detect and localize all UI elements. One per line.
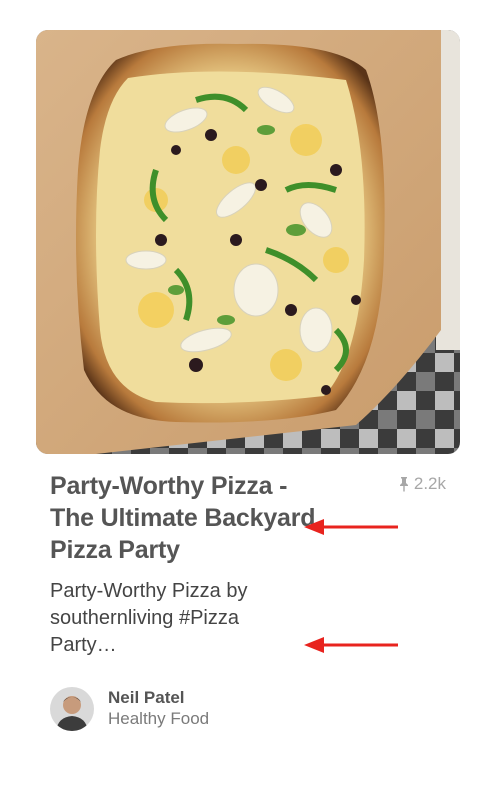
pushpin-icon bbox=[399, 477, 408, 492]
save-count-value: 2.2k bbox=[413, 474, 446, 493]
author-name[interactable]: Neil Patel bbox=[108, 688, 209, 708]
annotation-arrow-description bbox=[304, 637, 398, 653]
pin-description: Party-Worthy Pizza by southernliving #Pi… bbox=[50, 580, 248, 656]
annotation-arrow-title bbox=[304, 519, 398, 535]
avatar-photo bbox=[50, 687, 94, 731]
board-name[interactable]: Healthy Food bbox=[108, 708, 209, 730]
avatar[interactable] bbox=[50, 687, 94, 731]
pin-title[interactable]: Party-Worthy Pizza - The Ultimate Backya… bbox=[50, 470, 318, 566]
attribution[interactable]: Neil Patel Healthy Food bbox=[50, 687, 460, 731]
attribution-text: Neil Patel Healthy Food bbox=[108, 688, 209, 730]
save-count[interactable]: 2.2k bbox=[398, 474, 446, 494]
pin-card[interactable]: Party-Worthy Pizza - The Ultimate Backya… bbox=[36, 30, 460, 731]
pizza-photo bbox=[36, 30, 460, 454]
pin-image[interactable] bbox=[36, 30, 460, 454]
